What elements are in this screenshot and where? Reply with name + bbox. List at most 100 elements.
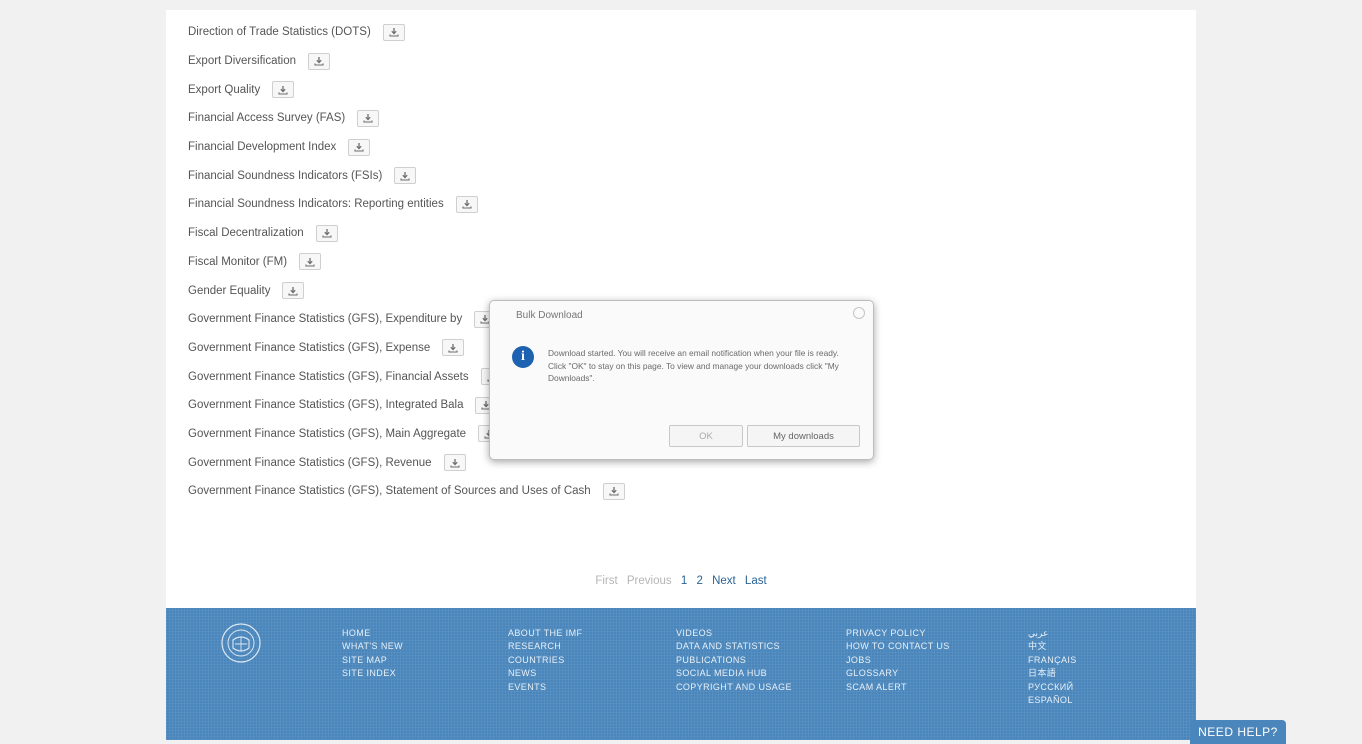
dataset-label: Government Finance Statistics (GFS), Exp… [188, 313, 463, 326]
footer-language-link[interactable]: ESPAÑOL [1028, 694, 1077, 707]
download-button[interactable] [282, 282, 305, 300]
footer-link[interactable]: SITE INDEX [342, 667, 403, 680]
footer-link[interactable]: SOCIAL MEDIA HUB [676, 667, 792, 680]
footer-link[interactable]: DATA AND STATISTICS [676, 640, 792, 653]
download-icon [389, 28, 399, 37]
download-icon [288, 286, 299, 296]
dataset-label: Government Finance Statistics (GFS), Fin… [188, 370, 469, 383]
pagination-page-1[interactable]: 1 [681, 575, 687, 587]
dataset-label: Financial Soundness Indicators: Reportin… [188, 198, 444, 211]
download-button[interactable] [299, 253, 322, 271]
footer-link[interactable]: NEWS [508, 667, 582, 680]
footer-link[interactable]: PUBLICATIONS [676, 654, 792, 667]
download-icon [609, 487, 619, 496]
pagination-next[interactable]: Next [712, 575, 736, 587]
footer-link[interactable]: PRIVACY POLICY [846, 627, 950, 640]
download-icon [305, 257, 315, 267]
download-button[interactable] [602, 482, 625, 500]
imf-seal-logo[interactable] [220, 622, 262, 664]
dataset-row: Financial Access Survey (FAS) [188, 104, 625, 133]
dialog-message: Download started. You will receive an em… [548, 348, 839, 384]
dataset-label: Financial Access Survey (FAS) [188, 112, 346, 125]
footer-link[interactable]: COUNTRIES [508, 654, 582, 667]
dataset-row: Direction of Trade Statistics (DOTS) [188, 18, 625, 47]
dataset-row: Financial Development Index [188, 133, 625, 162]
my-downloads-button[interactable]: My downloads [747, 425, 860, 447]
download-button[interactable] [382, 23, 405, 41]
download-button[interactable] [348, 138, 371, 156]
download-button[interactable] [357, 109, 380, 127]
dataset-row: Export Quality [188, 75, 625, 104]
footer-column-2: ABOUT THE IMF RESEARCH COUNTRIES NEWS EVENTS [508, 627, 582, 694]
dataset-label: Export Quality [188, 83, 261, 96]
dataset-row: Government Finance Statistics (GFS), Sta… [188, 477, 625, 506]
download-button[interactable] [308, 52, 331, 70]
download-icon [448, 343, 458, 353]
need-help-button[interactable]: NEED HELP? [1190, 720, 1286, 744]
footer-link[interactable]: GLOSSARY [846, 667, 950, 680]
info-icon: i [512, 346, 534, 368]
dataset-label: Financial Soundness Indicators (FSIs) [188, 169, 383, 182]
footer-link[interactable]: RESEARCH [508, 640, 582, 653]
footer-language-link[interactable]: عربي [1028, 627, 1077, 640]
download-button[interactable] [315, 224, 338, 242]
dataset-label: Financial Development Index [188, 141, 337, 154]
dataset-label: Government Finance Statistics (GFS), Exp… [188, 341, 431, 354]
download-icon [322, 229, 332, 238]
footer-link[interactable]: HOW TO CONTACT US [846, 640, 950, 653]
download-button[interactable] [443, 454, 466, 472]
dataset-label: Direction of Trade Statistics (DOTS) [188, 26, 371, 39]
footer-language-link[interactable]: 日本語 [1028, 667, 1077, 680]
dataset-label: Fiscal Monitor (FM) [188, 255, 288, 268]
download-icon [462, 200, 472, 210]
pagination-page-2[interactable]: 2 [696, 575, 702, 587]
footer-link[interactable]: SITE MAP [342, 654, 403, 667]
download-icon [314, 57, 324, 66]
download-icon [449, 458, 460, 468]
dataset-label: Government Finance Statistics (GFS), Sta… [188, 485, 591, 498]
footer-link[interactable]: COPYRIGHT AND USAGE [676, 681, 792, 694]
footer-link[interactable]: SCAM ALERT [846, 681, 950, 694]
download-icon [400, 171, 410, 181]
footer-column-3: VIDEOS DATA AND STATISTICS PUBLICATIONS SOC… [676, 627, 792, 694]
dataset-label: Fiscal Decentralization [188, 227, 304, 240]
download-icon [278, 85, 288, 95]
footer-link[interactable]: HOME [342, 627, 403, 640]
dataset-label: Government Finance Statistics (GFS), Rev… [188, 456, 432, 469]
pagination-first: First [595, 575, 618, 587]
site-footer: HOME WHAT'S NEW SITE MAP SITE INDEX ABOUT T… [166, 608, 1196, 740]
footer-language-link[interactable]: РУССКИЙ [1028, 681, 1077, 694]
download-icon [363, 114, 373, 123]
dataset-row: Financial Soundness Indicators (FSIs) [188, 161, 625, 190]
footer-column-4: PRIVACY POLICY HOW TO CONTACT US JOBS GLOSS… [846, 627, 950, 694]
footer-link[interactable]: JOBS [846, 654, 950, 667]
download-button[interactable] [442, 339, 465, 357]
footer-link[interactable]: ABOUT THE IMF [508, 627, 582, 640]
dialog-title: Bulk Download [516, 310, 583, 321]
bulk-download-dialog: Bulk Download i Download started. You wi… [489, 300, 874, 460]
pagination: First Previous 1 2 Next Last [166, 575, 1196, 587]
footer-link[interactable]: EVENTS [508, 681, 582, 694]
dataset-label: Export Diversification [188, 55, 297, 68]
dataset-row: Fiscal Monitor (FM) [188, 248, 625, 277]
footer-language-link[interactable]: 中文 [1028, 640, 1077, 653]
download-button[interactable] [272, 81, 295, 99]
pagination-last[interactable]: Last [745, 575, 767, 587]
pagination-previous: Previous [626, 575, 672, 587]
footer-column-1: HOME WHAT'S NEW SITE MAP SITE INDEX [342, 627, 403, 681]
dataset-row: Financial Soundness Indicators: Reportin… [188, 190, 625, 219]
download-icon [354, 143, 364, 152]
dataset-label: Gender Equality [188, 284, 271, 297]
dialog-close-icon[interactable] [853, 307, 865, 319]
ok-button[interactable]: OK [669, 425, 743, 447]
download-button[interactable] [455, 195, 478, 213]
footer-link[interactable]: WHAT'S NEW [342, 640, 403, 653]
download-button[interactable] [394, 167, 417, 185]
footer-language-column: عربي 中文 FRANÇAIS 日本語 РУССКИЙ ESPAÑOL [1028, 627, 1077, 707]
dataset-label: Government Finance Statistics (GFS), Int… [188, 399, 464, 412]
dataset-label: Government Finance Statistics (GFS), Mai… [188, 427, 467, 440]
dataset-row: Fiscal Decentralization [188, 219, 625, 248]
dataset-row: Export Diversification [188, 47, 625, 76]
footer-language-link[interactable]: FRANÇAIS [1028, 654, 1077, 667]
footer-link[interactable]: VIDEOS [676, 627, 792, 640]
